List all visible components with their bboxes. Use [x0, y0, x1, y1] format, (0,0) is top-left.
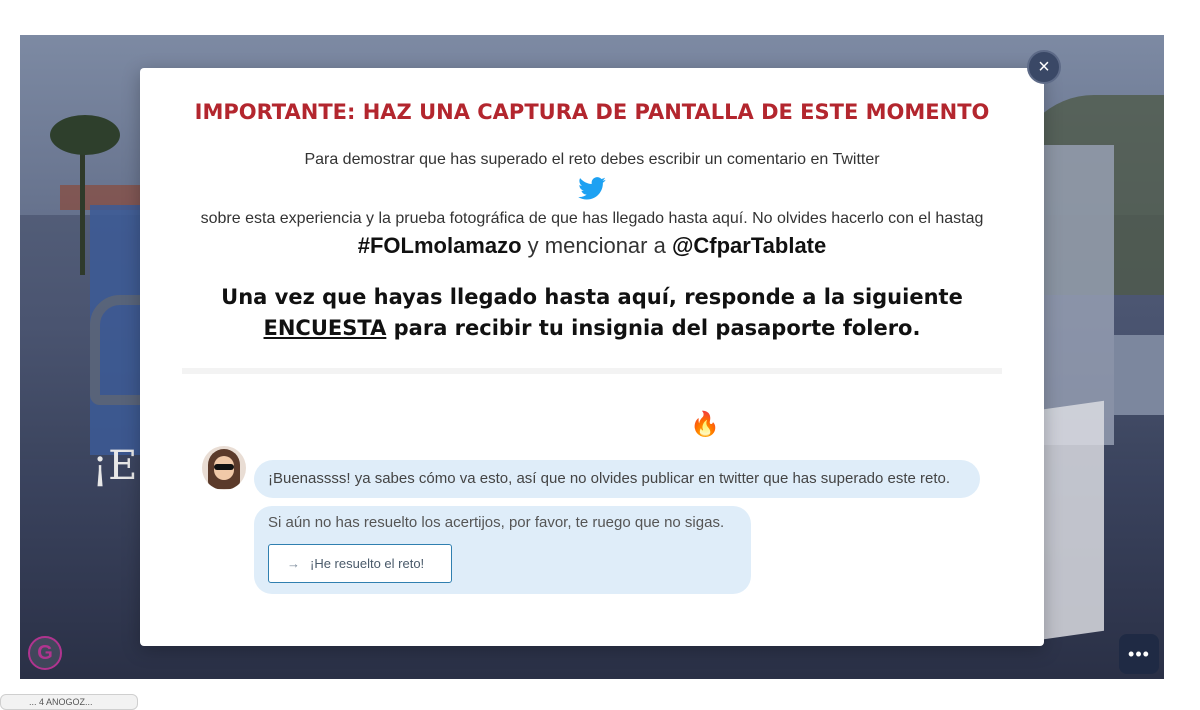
- avatar: [202, 446, 246, 490]
- survey-instruction: Una vez que hayas llegado hasta aquí, re…: [170, 282, 1014, 344]
- close-button[interactable]: ×: [1027, 50, 1061, 84]
- chat-message: ¡Buenassss! ya sabes cómo va esto, así q…: [254, 460, 980, 498]
- building-right-annex: [1114, 335, 1164, 415]
- avatar-sunglasses: [214, 464, 234, 470]
- resolved-challenge-button[interactable]: → ¡He resuelto el reto!: [268, 544, 452, 583]
- more-options-button[interactable]: •••: [1119, 634, 1159, 674]
- palm-tree-top: [50, 115, 120, 155]
- chat-message-text: Si aún no has resuelto los acertijos, po…: [268, 514, 725, 531]
- mention: @CfparTablate: [671, 233, 827, 258]
- page-title: IMPORTANTE: HAZ UNA CAPTURA DE PANTALLA …: [194, 100, 990, 124]
- chat-message-with-action: Si aún no has resuelto los acertijos, po…: [254, 506, 751, 594]
- instruction-line-1: Para demostrar que has superado el reto …: [304, 151, 880, 168]
- survey-link[interactable]: ENCUESTA: [264, 316, 387, 340]
- close-icon: ×: [1038, 55, 1050, 78]
- arrow-right-icon: →: [287, 556, 300, 571]
- sign-decoration: ¡E: [92, 443, 138, 489]
- survey-text-post: para recibir tu insignia del pasaporte f…: [386, 316, 921, 340]
- fire-icon: 🔥: [690, 411, 720, 438]
- survey-text-pre: Una vez que hayas llegado hasta aquí, re…: [221, 285, 963, 309]
- paper-decoration: [1044, 400, 1104, 640]
- modal-dialog: IMPORTANTE: HAZ UNA CAPTURA DE PANTALLA …: [140, 68, 1044, 646]
- divider: [182, 368, 1002, 374]
- genially-logo-icon[interactable]: G: [28, 636, 62, 670]
- twitter-icon[interactable]: [576, 174, 608, 204]
- mention-connector: y mencionar a: [521, 233, 672, 258]
- status-tooltip: ... 4 ANOGOZ...: [0, 694, 138, 710]
- more-icon: •••: [1128, 643, 1150, 664]
- hashtag-line: #FOLmolamazo y mencionar a @CfparTablate: [140, 233, 1044, 259]
- palm-tree-trunk: [80, 135, 85, 275]
- button-label: ¡He resuelto el reto!: [310, 556, 425, 571]
- hashtag: #FOLmolamazo: [357, 233, 522, 258]
- instruction-line-2: sobre esta experiencia y la prueba fotog…: [200, 210, 984, 227]
